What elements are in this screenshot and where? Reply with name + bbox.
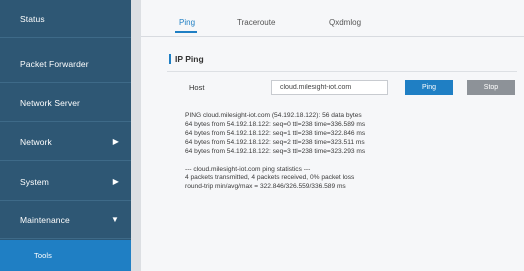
output-line: 64 bytes from 54.192.18.122: seq=1 ttl=2…: [185, 129, 366, 137]
sidebar-item-network-server[interactable]: Network Server: [0, 84, 131, 122]
sidebar-item-label: Packet Forwarder: [20, 58, 89, 69]
sidebar-item-label: Network: [20, 136, 52, 147]
chevron-right-icon: ▶: [112, 137, 119, 146]
output-line: 64 bytes from 54.192.18.122: seq=3 ttl=2…: [185, 147, 366, 155]
output-line: 64 bytes from 54.192.18.122: seq=0 ttl=2…: [185, 120, 366, 128]
tab-ping[interactable]: Ping: [179, 18, 195, 27]
stop-button[interactable]: Stop: [467, 80, 515, 95]
sidebar-item-label: Maintenance: [20, 214, 70, 225]
output-stats-line: --- cloud.milesight-iot.com ping statist…: [185, 165, 311, 173]
output-line: PING cloud.milesight-iot.com (54.192.18.…: [185, 112, 362, 119]
section-divider: [167, 71, 517, 72]
chevron-right-icon: ▶: [112, 177, 119, 186]
sidebar-item-label: System: [20, 176, 49, 187]
host-input[interactable]: [271, 80, 388, 95]
output-stats-line: round-trip min/avg/max = 322.846/326.559…: [185, 183, 346, 191]
output-line: 64 bytes from 54.192.18.122: seq=2 ttl=2…: [185, 138, 365, 146]
sidebar-item-status[interactable]: Status: [0, 0, 131, 38]
output-stats-line: 4 packets transmitted, 4 packets receive…: [185, 174, 355, 182]
sidebar-divider: [131, 0, 141, 271]
sidebar: Status Packet Forwarder Network Server N…: [0, 0, 131, 271]
host-label: Host: [189, 83, 205, 92]
sidebar-item-tools[interactable]: Tools: [0, 240, 131, 271]
ping-output: PING cloud.milesight-iot.com (54.192.18.…: [185, 112, 365, 192]
chevron-down-icon: ▼: [110, 215, 119, 224]
section-title: IP Ping: [169, 54, 204, 64]
sidebar-item-label: Status: [20, 13, 45, 24]
main-content: Ping Traceroute Qxdmlog IP Ping Host Pin…: [141, 0, 524, 271]
tabs-divider: [141, 36, 524, 37]
output-spacer: [185, 157, 365, 166]
sidebar-item-label: Tools: [34, 251, 53, 260]
active-tab-indicator: [175, 31, 197, 33]
tab-qxdmlog[interactable]: Qxdmlog: [329, 18, 361, 27]
tab-traceroute[interactable]: Traceroute: [237, 18, 275, 27]
ping-button[interactable]: Ping: [405, 80, 453, 95]
sidebar-item-system[interactable]: System ▶: [0, 163, 131, 201]
sidebar-item-packet-forwarder[interactable]: Packet Forwarder: [0, 45, 131, 83]
sidebar-item-label: Network Server: [20, 97, 80, 108]
sidebar-item-network[interactable]: Network ▶: [0, 123, 131, 161]
sidebar-item-maintenance[interactable]: Maintenance ▼: [0, 201, 131, 239]
